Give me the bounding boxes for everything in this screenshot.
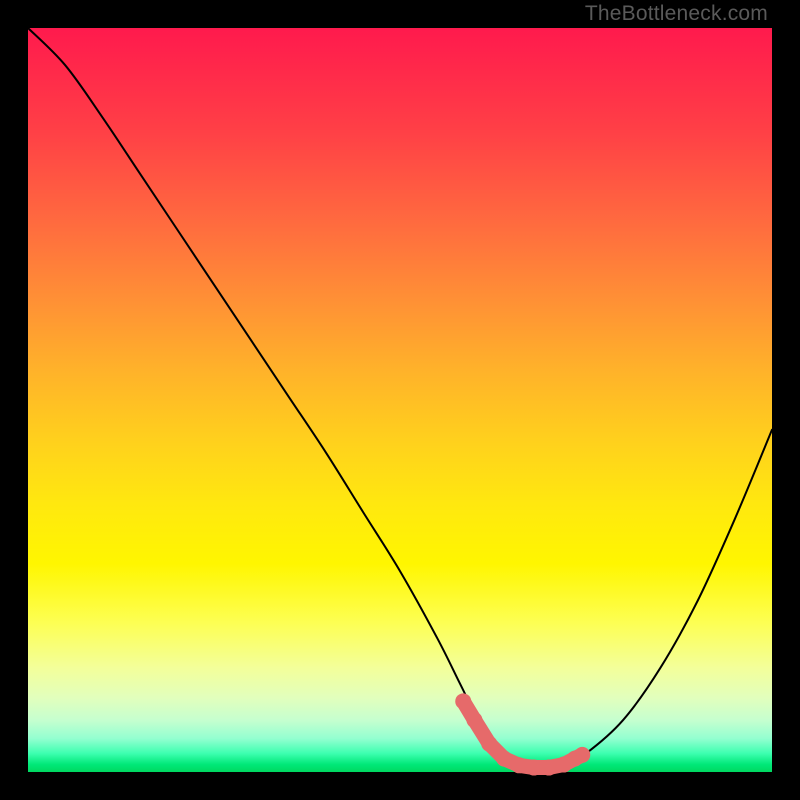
watermark-label: TheBottleneck.com: [585, 2, 768, 26]
marker-dot: [526, 760, 542, 776]
plot-area: [28, 28, 772, 772]
marker-dot: [466, 712, 482, 728]
chart-svg: [28, 28, 772, 772]
chart-frame: TheBottleneck.com: [28, 28, 772, 772]
marker-dots: [455, 693, 590, 775]
marker-dot: [541, 760, 557, 776]
marker-dot: [481, 736, 497, 752]
marker-dot: [511, 757, 527, 773]
bottleneck-curve: [28, 28, 772, 768]
marker-dot: [455, 693, 471, 709]
marker-dot: [496, 751, 512, 767]
marker-dot: [574, 747, 590, 763]
